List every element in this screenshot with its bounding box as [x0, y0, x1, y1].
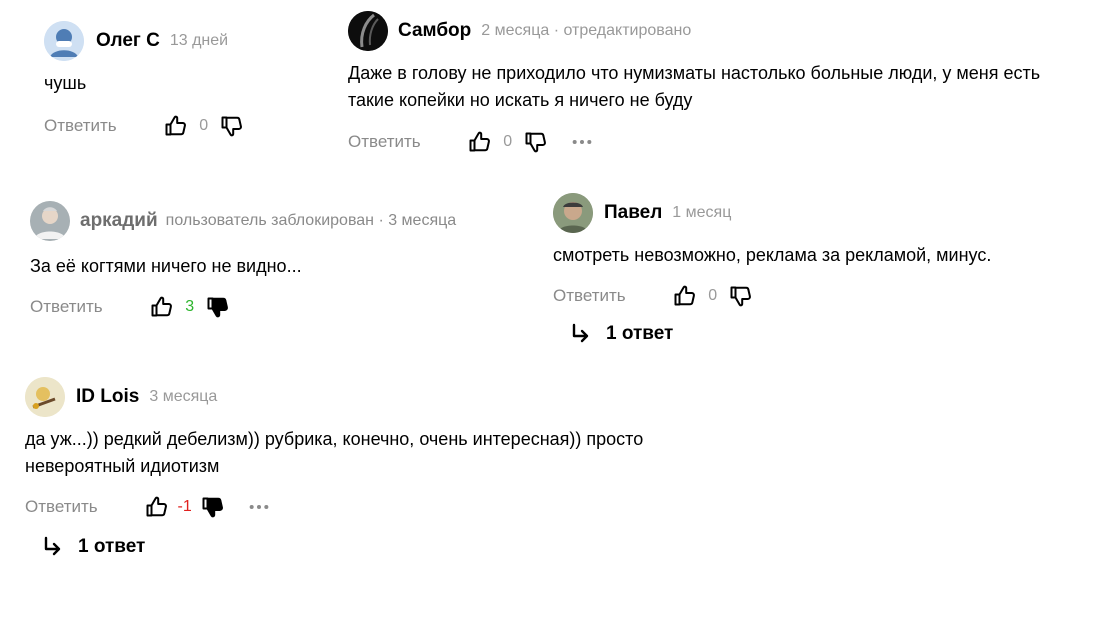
comment-actions: Ответить 3	[30, 292, 510, 322]
like-count: 3	[185, 298, 195, 315]
more-horizontal-icon[interactable]	[567, 129, 597, 155]
reply-arrow-icon	[40, 535, 68, 559]
replies-toggle[interactable]: 1 ответ	[40, 535, 145, 559]
comment: аркадий пользователь заблокирован · 3 ме…	[30, 201, 510, 322]
replies-count: 1 ответ	[78, 536, 146, 557]
author-name[interactable]: Олег С	[96, 30, 160, 52]
comment-actions: Ответить 0	[348, 127, 1088, 157]
comment: Павел 1 месяц смотреть невозможно, рекла…	[553, 193, 1093, 311]
comment-actions: Ответить -1	[25, 492, 745, 522]
thumbs-up-icon[interactable]	[672, 283, 698, 309]
author-name[interactable]: Павел	[604, 202, 662, 224]
comment-date: 2 месяца · отредактировано	[481, 22, 692, 39]
comment-text: Даже в голову не приходило что нумизматы…	[348, 63, 1041, 110]
reply-button[interactable]: Ответить	[30, 297, 103, 317]
like-count: -1	[177, 498, 192, 515]
author-name[interactable]: аркадий	[80, 210, 158, 232]
comment: Самбор 2 месяца · отредактировано Даже в…	[348, 11, 1088, 157]
reply-button[interactable]: Ответить	[348, 132, 421, 152]
avatar[interactable]	[25, 377, 65, 417]
avatar[interactable]	[30, 201, 70, 241]
thumbs-up-icon[interactable]	[144, 494, 170, 520]
thumbs-up-icon[interactable]	[163, 113, 189, 139]
like-count: 0	[199, 117, 209, 134]
comment-text: смотреть невозможно, реклама за рекламой…	[553, 245, 992, 265]
reply-button[interactable]: Ответить	[44, 116, 117, 136]
like-count: 0	[708, 287, 718, 304]
comment-date: 1 месяц	[672, 204, 732, 221]
like-count: 0	[503, 133, 513, 150]
author-name[interactable]: Самбор	[398, 20, 471, 42]
comment-date: пользователь заблокирован · 3 месяца	[165, 212, 457, 229]
comment-date: 13 дней	[169, 32, 229, 49]
comment-date: 3 месяца	[149, 388, 218, 405]
reply-button[interactable]: Ответить	[25, 497, 98, 517]
replies-toggle[interactable]: 1 ответ	[568, 322, 673, 346]
reply-arrow-icon	[568, 322, 596, 346]
thumbs-down-icon[interactable]	[200, 494, 226, 520]
comment-text: За её когтями ничего не видно...	[30, 256, 302, 276]
comment-text: чушь	[44, 73, 87, 93]
author-name[interactable]: ID Lois	[76, 386, 139, 408]
more-horizontal-icon[interactable]	[244, 494, 274, 520]
comment: ID Lois 3 месяца да уж...)) редкий дебел…	[25, 377, 745, 522]
thumbs-down-icon[interactable]	[728, 283, 754, 309]
comment-actions: Ответить 0	[44, 111, 304, 141]
avatar[interactable]	[553, 193, 593, 233]
comment: Олег С 13 дней чушь Ответить 0	[44, 21, 304, 141]
thumbs-down-icon[interactable]	[523, 129, 549, 155]
avatar[interactable]	[44, 21, 84, 61]
comment-text: да уж...)) редкий дебелизм)) рубрика, ко…	[25, 429, 644, 476]
avatar[interactable]	[348, 11, 388, 51]
thumbs-up-icon[interactable]	[467, 129, 493, 155]
replies-count: 1 ответ	[606, 323, 674, 344]
thumbs-down-icon[interactable]	[219, 113, 245, 139]
comment-actions: Ответить 0	[553, 281, 1093, 311]
thumbs-up-icon[interactable]	[149, 294, 175, 320]
reply-button[interactable]: Ответить	[553, 286, 626, 306]
thumbs-down-icon[interactable]	[205, 294, 231, 320]
